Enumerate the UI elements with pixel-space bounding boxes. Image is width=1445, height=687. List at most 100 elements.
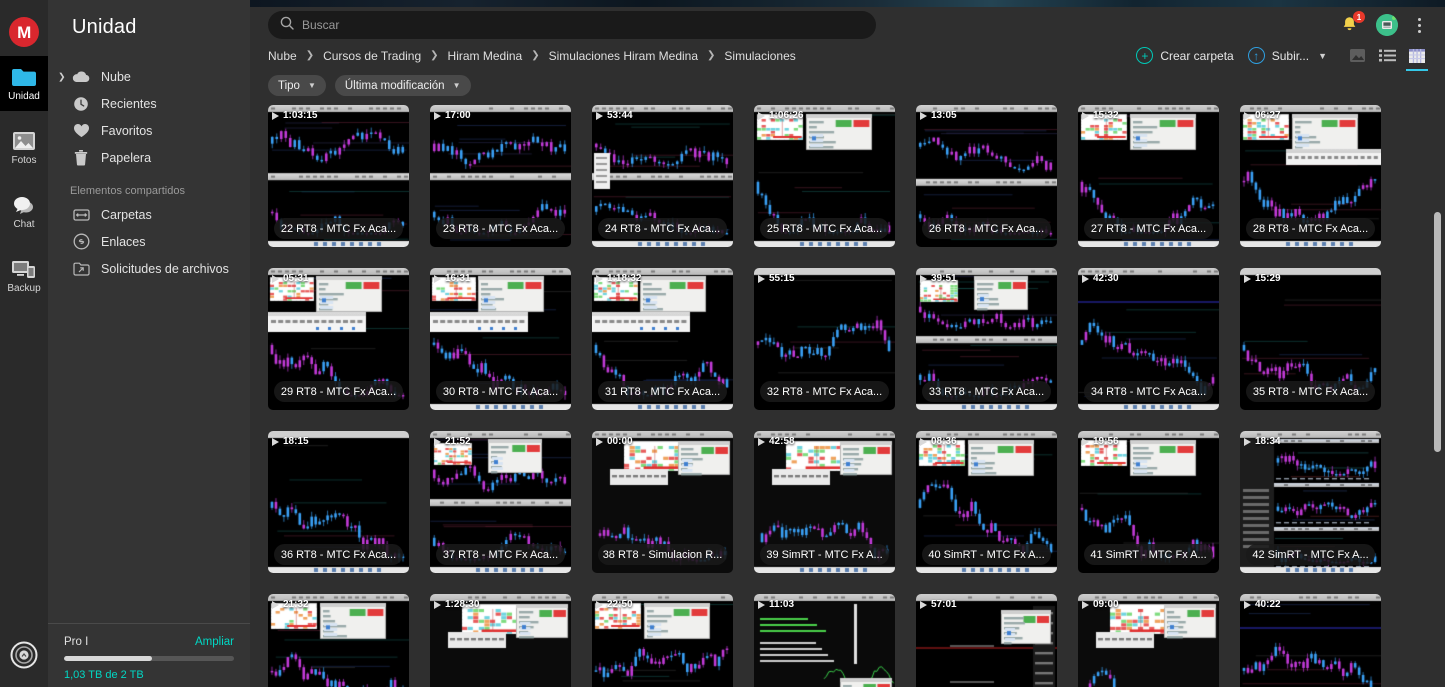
duration-label: 42:58 xyxy=(769,436,795,447)
plus-circle-icon: + xyxy=(1136,47,1153,64)
breadcrumb-item-2[interactable]: Hiram Medina xyxy=(448,49,523,63)
last-modified-filter[interactable]: Última modificación ▼ xyxy=(335,75,471,96)
duration-label: 21:32 xyxy=(283,599,309,610)
file-card[interactable]: 05:31 29 RT8 - MTC Fx Aca... xyxy=(268,268,409,410)
video-duration: 53:44 xyxy=(596,110,633,121)
content-header: 1 Nube ❯ Cursos de Trading ❯ Hiram Medin… xyxy=(250,0,1445,100)
file-card[interactable]: 42:58 39 SimRT - MTC Fx A... xyxy=(754,431,895,573)
duration-label: 09:00 xyxy=(1093,599,1119,610)
video-duration: 13:05 xyxy=(920,110,957,121)
file-card[interactable]: 53:44 24 RT8 - MTC Fx Aca... xyxy=(592,105,733,247)
vertical-scrollbar[interactable] xyxy=(1434,212,1441,452)
sidebar-item-nube[interactable]: ❯ Nube xyxy=(48,63,250,90)
duration-label: 21:52 xyxy=(445,436,471,447)
duration-label: 1:18:32 xyxy=(607,273,641,284)
play-icon xyxy=(272,601,279,609)
file-card[interactable]: 22:50 xyxy=(592,594,733,687)
upload-label: Subir... xyxy=(1272,49,1309,63)
mega-logo[interactable]: M xyxy=(9,17,39,47)
file-card[interactable]: 18:15 36 RT8 - MTC Fx Aca... xyxy=(268,431,409,573)
file-card[interactable]: 40:22 xyxy=(1240,594,1381,687)
rail-item-fotos[interactable]: Fotos xyxy=(0,120,48,175)
play-icon xyxy=(758,601,765,609)
sidebar-item-favoritos[interactable]: Favoritos xyxy=(48,117,250,144)
file-card[interactable]: 08:36 40 SimRT - MTC Fx A... xyxy=(916,431,1057,573)
file-card[interactable]: 55:15 32 RT8 - MTC Fx Aca... xyxy=(754,268,895,410)
chevron-right-icon[interactable]: ❯ xyxy=(58,72,66,81)
video-duration: 11:03 xyxy=(758,599,794,610)
video-duration: 06:27 xyxy=(1244,110,1281,121)
rail-item-unidad[interactable]: Unidad xyxy=(0,56,48,111)
grid-view-button[interactable] xyxy=(1407,46,1427,66)
breadcrumb-item-1[interactable]: Cursos de Trading xyxy=(323,49,421,63)
file-card[interactable]: 09:00 xyxy=(1078,594,1219,687)
transfers-button[interactable] xyxy=(0,627,48,687)
file-card[interactable]: 16:31 30 RT8 - MTC Fx Aca... xyxy=(430,268,571,410)
file-card[interactable]: 19:56 41 SimRT - MTC Fx A... xyxy=(1078,431,1219,573)
sidebar-label-carpetas: Carpetas xyxy=(101,208,152,222)
file-card[interactable]: 15:32 27 RT8 - MTC Fx Aca... xyxy=(1078,105,1219,247)
duration-label: 57:01 xyxy=(931,599,957,610)
file-name-label: 41 SimRT - MTC Fx A... xyxy=(1084,544,1213,565)
file-name-label: 23 RT8 - MTC Fx Aca... xyxy=(436,218,565,239)
breadcrumb-item-0[interactable]: Nube xyxy=(268,49,297,63)
duration-label: 19:56 xyxy=(1093,436,1119,447)
file-card[interactable]: 39:51 33 RT8 - MTC Fx Aca... xyxy=(916,268,1057,410)
file-card[interactable]: 57:01 xyxy=(916,594,1057,687)
chevron-down-icon: ▼ xyxy=(453,81,461,90)
sidebar-label-nube: Nube xyxy=(101,70,131,84)
file-card[interactable]: 1:28:30 xyxy=(430,594,571,687)
shared-folders-icon xyxy=(70,208,92,222)
sidebar-item-recientes[interactable]: Recientes xyxy=(48,90,250,117)
sidebar-item-solicitudes-archivos[interactable]: Solicitudes de archivos xyxy=(48,255,250,282)
play-icon xyxy=(434,112,441,120)
file-card[interactable]: 1:06:26 25 RT8 - MTC Fx Aca... xyxy=(754,105,895,247)
notifications-button[interactable]: 1 xyxy=(1340,15,1360,35)
storage-used-label: 1,03 TB de 2 TB xyxy=(64,669,234,681)
play-icon xyxy=(596,601,603,609)
sidebar-item-carpetas[interactable]: Carpetas xyxy=(48,201,250,228)
storage-progress-track xyxy=(64,656,234,661)
play-icon xyxy=(1082,275,1089,283)
file-card[interactable]: 06:27 28 RT8 - MTC Fx Aca... xyxy=(1240,105,1381,247)
avatar[interactable] xyxy=(1376,14,1398,36)
chevron-down-icon[interactable]: ▼ xyxy=(1318,51,1327,61)
file-card[interactable]: 00:00 38 RT8 - Simulacion R... xyxy=(592,431,733,573)
file-card[interactable]: 21:32 xyxy=(268,594,409,687)
file-name-label: 22 RT8 - MTC Fx Aca... xyxy=(274,218,403,239)
search-row: 1 xyxy=(268,7,1427,43)
file-card[interactable]: 18:34 42 SimRT - MTC Fx A... xyxy=(1240,431,1381,573)
video-duration: 1:18:32 xyxy=(596,273,641,284)
file-card[interactable]: 42:30 34 RT8 - MTC Fx Aca... xyxy=(1078,268,1219,410)
sidebar-nav-list: ❯ Nube Recientes Favoritos Papelera Elem… xyxy=(48,63,250,282)
gallery-view-button[interactable] xyxy=(1347,46,1367,66)
file-card[interactable]: 1:03:15 22 RT8 - MTC Fx Aca... xyxy=(268,105,409,247)
online-status-dot xyxy=(1391,15,1397,21)
rail-item-backup[interactable]: Backup xyxy=(0,248,48,303)
play-icon xyxy=(920,275,927,283)
file-card[interactable]: 1:18:32 31 RT8 - MTC Fx Aca... xyxy=(592,268,733,410)
file-card[interactable]: 17:00 23 RT8 - MTC Fx Aca... xyxy=(430,105,571,247)
breadcrumb-item-4[interactable]: Simulaciones xyxy=(724,49,795,63)
duration-label: 00:00 xyxy=(607,436,633,447)
file-card[interactable]: 21:52 37 RT8 - MTC Fx Aca... xyxy=(430,431,571,573)
rail-item-chat[interactable]: Chat xyxy=(0,184,48,239)
create-folder-button[interactable]: + Crear carpeta xyxy=(1136,47,1233,64)
type-filter[interactable]: Tipo ▼ xyxy=(268,75,326,96)
upload-button[interactable]: ↑ Subir... ▼ xyxy=(1248,47,1327,64)
search-input[interactable] xyxy=(302,18,864,32)
search-bar[interactable] xyxy=(268,11,876,39)
file-card[interactable]: 13:05 26 RT8 - MTC Fx Aca... xyxy=(916,105,1057,247)
file-card[interactable]: 11:03 xyxy=(754,594,895,687)
play-icon xyxy=(1244,112,1251,120)
sidebar-item-enlaces[interactable]: Enlaces xyxy=(48,228,250,255)
link-icon xyxy=(70,233,92,250)
file-card[interactable]: 15:29 35 RT8 - MTC Fx Aca... xyxy=(1240,268,1381,410)
play-icon xyxy=(758,275,765,283)
kebab-menu-icon[interactable] xyxy=(1414,16,1425,35)
breadcrumb-item-3[interactable]: Simulaciones Hiram Medina xyxy=(549,49,698,63)
video-duration: 17:00 xyxy=(434,110,471,121)
sidebar-item-papelera[interactable]: Papelera xyxy=(48,144,250,171)
storage-upgrade-link[interactable]: Ampliar xyxy=(195,636,234,648)
list-view-button[interactable] xyxy=(1377,46,1397,66)
